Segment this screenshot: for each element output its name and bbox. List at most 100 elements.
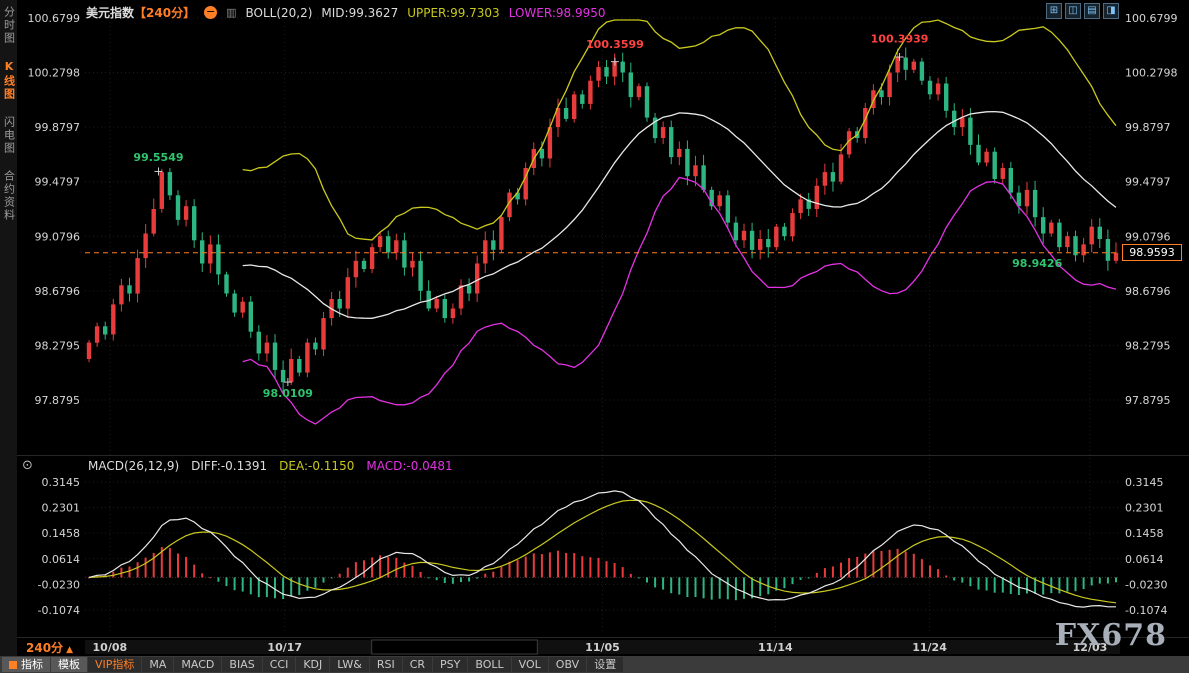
price-axis-label: 100.2798	[28, 67, 81, 80]
macd-axis-label: 0.0614	[42, 553, 81, 566]
toolbar-item-label: CR	[410, 657, 425, 672]
price-axis-label: 98.2795	[35, 339, 81, 352]
price-annotation: 98.0109	[263, 387, 313, 400]
price-axis-label: 98.6796	[1125, 285, 1171, 298]
toolbar-item-label: BOLL	[475, 657, 503, 672]
chart-canvas: 10/0810/1711/0511/1411/2412/03100.679910…	[0, 0, 1189, 673]
price-axis-label: 99.8797	[35, 121, 81, 134]
toolbar-item-kdj[interactable]: KDJ	[296, 657, 329, 672]
macd-axis-label: 0.0614	[1125, 553, 1164, 566]
macd-axis-label: 0.3145	[1125, 476, 1164, 489]
window-layout-icon-1[interactable]: ⊞	[1046, 3, 1062, 19]
toolbar-item-vip-indicators[interactable]: VIP指标	[88, 657, 141, 672]
boll-upper-value: UPPER:99.7303	[407, 6, 499, 20]
up-triangle-icon: ▲	[66, 645, 73, 655]
sidebar-tab-2[interactable]: K线图	[1, 60, 17, 101]
price-axis-label: 99.4797	[35, 176, 81, 189]
macd-axis-label: -0.1074	[1125, 604, 1167, 617]
macd-axis-label: -0.0230	[1125, 578, 1167, 591]
macd-label: MACD(26,12,9)	[88, 459, 179, 473]
toolbar-item-lw[interactable]: LW&	[330, 657, 369, 672]
toolbar-item-label: MACD	[181, 657, 214, 672]
chart-header: 美元指数 【240分】 − ▥ BOLL(20,2) MID:99.3627 U…	[86, 4, 606, 21]
toolbar-item-label: 设置	[594, 657, 616, 672]
toolbar-item-label: VIP指标	[95, 657, 134, 672]
timeframe-indicator[interactable]: 240分▲	[26, 639, 73, 656]
price-axis-label: 97.8795	[35, 394, 81, 407]
collapse-icon[interactable]: −	[204, 6, 217, 19]
toolbar-item-label: CCI	[270, 657, 289, 672]
toolbar-item-label: PSY	[440, 657, 460, 672]
toolbar-item-cr[interactable]: CR	[403, 657, 432, 672]
timeframe-label: 240分	[26, 641, 63, 655]
price-annotation: 100.3599	[586, 38, 644, 51]
toolbar-item-rsi[interactable]: RSI	[370, 657, 402, 672]
macd-pane-icon[interactable]: ⊙	[22, 458, 33, 473]
price-axis-label: 98.6796	[35, 285, 81, 298]
time-axis-label: 11/05	[585, 641, 620, 654]
toolbar-item-templates[interactable]: 模板	[51, 657, 87, 672]
toolbar-item-boll[interactable]: BOLL	[468, 657, 510, 672]
toolbar-item-ma[interactable]: MA	[142, 657, 173, 672]
macd-macd-value: MACD:-0.0481	[366, 459, 452, 473]
sidebar-tab-4[interactable]: 合约资料	[1, 170, 17, 222]
candlesticks	[87, 48, 1118, 393]
price-annotation: 100.3939	[871, 33, 929, 46]
macd-histogram	[88, 547, 1117, 600]
price-axis-label: 99.8797	[1125, 121, 1171, 134]
window-layout-icon-4[interactable]: ◨	[1103, 3, 1119, 19]
left-sidebar: 分时图 K线图闪电图合约资料	[0, 0, 17, 673]
price-axis-label: 99.4797	[1125, 176, 1171, 189]
macd-axis-label: 0.2301	[1125, 502, 1164, 515]
toolbar-item-vol[interactable]: VOL	[512, 657, 548, 672]
bottom-toolbar: 指标模板 VIP指标 MA MACD BIAS CCI KDJ LW&RSI CR PSY BOLL…	[0, 656, 1189, 673]
window-controls: ⊞◫▤◨	[1046, 3, 1119, 19]
macd-axis-label: 0.2301	[42, 502, 81, 515]
time-scrollbar-thumb[interactable]	[372, 640, 538, 654]
current-price-box: 98.9593	[1122, 244, 1182, 261]
boll-lower-line	[243, 178, 1116, 425]
indicator-badge-icon: ▥	[226, 6, 236, 19]
toolbar-item-cci[interactable]: CCI	[263, 657, 296, 672]
window-layout-icon-3[interactable]: ▤	[1084, 3, 1100, 19]
toolbar-item-label: LW&	[337, 657, 362, 672]
toolbar-item-label: RSI	[377, 657, 395, 672]
trading-terminal: 10/0810/1711/0511/1411/2412/03100.679910…	[0, 0, 1189, 673]
boll-upper-line	[243, 20, 1116, 240]
macd-axis-label: 0.1458	[1125, 527, 1164, 540]
price-axis-label: 100.6799	[28, 12, 81, 25]
toolbar-item-bias[interactable]: BIAS	[222, 657, 261, 672]
toolbar-item-psy[interactable]: PSY	[433, 657, 467, 672]
price-axis-label: 100.2798	[1125, 67, 1178, 80]
watermark: FX678	[1055, 618, 1167, 653]
price-axis-label: 100.6799	[1125, 12, 1178, 25]
window-layout-icon-2[interactable]: ◫	[1065, 3, 1081, 19]
toolbar-item-label: BIAS	[229, 657, 254, 672]
toolbar-item-label: KDJ	[303, 657, 322, 672]
price-annotation: 99.5549	[133, 151, 183, 164]
macd-diff-value: DIFF:-0.1391	[191, 459, 267, 473]
macd-axis-label: 0.3145	[42, 476, 81, 489]
toolbar-item-obv[interactable]: OBV	[549, 657, 586, 672]
boll-label: BOLL(20,2)	[245, 6, 312, 20]
price-axis-label: 98.2795	[1125, 339, 1171, 352]
macd-dea-value: DEA:-0.1150	[279, 459, 354, 473]
toolbar-item-indicators[interactable]: 指标	[2, 657, 50, 672]
toolbar-item-label: OBV	[556, 657, 579, 672]
price-axis-label: 97.8795	[1125, 394, 1171, 407]
time-axis-label: 10/08	[93, 641, 128, 654]
toolbar-item-settings[interactable]: 设置	[587, 657, 623, 672]
macd-axis-label: -0.1074	[38, 604, 80, 617]
sidebar-tab-3[interactable]: 闪电图	[1, 116, 17, 155]
macd-axis-label: -0.0230	[38, 578, 80, 591]
boll-lower-value: LOWER:98.9950	[509, 6, 606, 20]
time-axis-label: 10/17	[267, 641, 302, 654]
price-annotation: 98.9426	[1012, 257, 1062, 270]
period-label: 【240分】	[134, 4, 195, 21]
price-axis-label: 99.0796	[35, 230, 81, 243]
time-axis-label: 11/24	[912, 641, 947, 654]
macd-header: MACD(26,12,9) DIFF:-0.1391 DEA:-0.1150 M…	[88, 459, 453, 473]
sidebar-tab-1[interactable]: 分时图	[1, 6, 17, 45]
price-axis-label: 99.0796	[1125, 230, 1171, 243]
toolbar-item-macd[interactable]: MACD	[174, 657, 221, 672]
